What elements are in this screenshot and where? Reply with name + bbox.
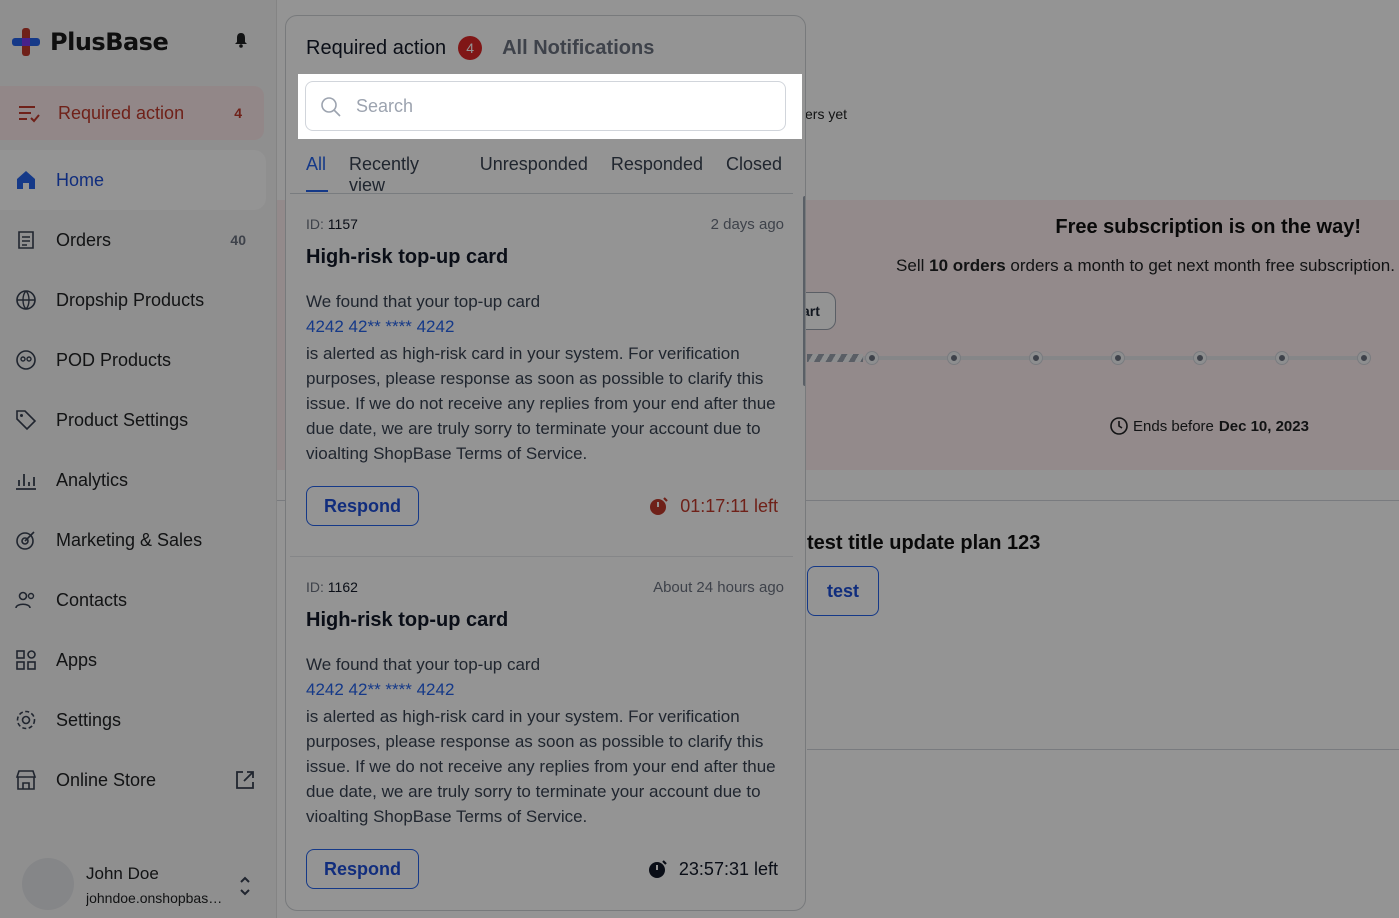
stopwatch-icon: [650, 497, 669, 515]
tab-all-notifications[interactable]: All Notifications: [502, 37, 654, 60]
countdown-timer: 01:17:11 left: [648, 495, 778, 517]
notification-card[interactable]: ID: 1162 About 24 hours ago High-risk to…: [306, 579, 786, 889]
divider: [290, 556, 793, 557]
card-timestamp: 2 days ago: [710, 216, 784, 233]
notification-card[interactable]: ID: 1157 2 days ago High-risk top-up car…: [306, 216, 786, 526]
scrollbar[interactable]: [803, 196, 805, 386]
tab-responded[interactable]: Responded: [611, 154, 703, 194]
tab-unresponded[interactable]: Unresponded: [480, 154, 588, 194]
search-box[interactable]: [305, 81, 786, 131]
search-input[interactable]: [356, 92, 776, 120]
card-number-link[interactable]: 4242 42** **** 4242: [306, 314, 776, 339]
card-title: High-risk top-up card: [306, 609, 509, 631]
tab-closed[interactable]: Closed: [726, 154, 782, 194]
respond-button[interactable]: Respond: [306, 486, 419, 526]
respond-button[interactable]: Respond: [306, 849, 419, 889]
card-body: We found that your top-up card 4242 42**…: [306, 292, 776, 463]
required-action-badge: 4: [458, 36, 483, 60]
tab-required-action[interactable]: Required action: [306, 37, 446, 60]
countdown-timer: 23:57:31 left: [647, 858, 778, 880]
tab-recently-view[interactable]: Recently view: [349, 154, 457, 195]
card-number-link[interactable]: 4242 42** **** 4242: [306, 677, 776, 702]
notification-panel: Required action 4 All Notifications All …: [285, 15, 806, 911]
divider: [290, 193, 793, 194]
filter-tabs: All Recently view Unresponded Responded …: [306, 154, 805, 195]
panel-header: Required action 4 All Notifications: [306, 36, 654, 60]
card-title: High-risk top-up card: [306, 246, 509, 268]
card-timestamp: About 24 hours ago: [653, 579, 784, 596]
tab-all[interactable]: All: [306, 154, 329, 194]
search-highlight: [298, 74, 802, 139]
stopwatch-icon: [648, 860, 667, 878]
card-body: We found that your top-up card 4242 42**…: [306, 655, 776, 826]
search-icon: [321, 97, 341, 117]
